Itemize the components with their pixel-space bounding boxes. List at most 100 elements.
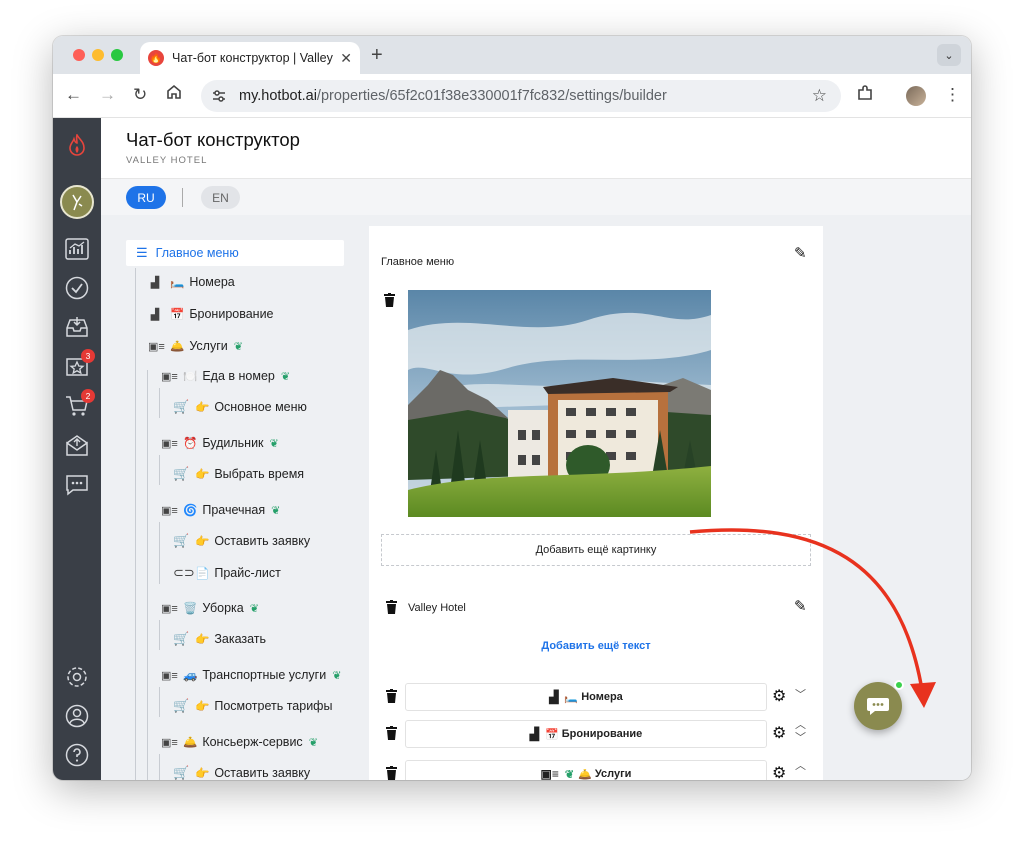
menu-button-row[interactable]: ▟ 🛏️ Номера [405,683,767,711]
tree-node[interactable]: 🛒 👉 Посмотреть тарифы [173,698,332,714]
tree-node[interactable]: ⊂⊃ 📄 Прайс-лист [173,565,281,581]
delete-button-trash-icon[interactable] [386,766,397,780]
delete-text-trash-icon[interactable] [386,600,397,614]
hotbot-logo-icon[interactable] [65,133,89,157]
edit-pencil-icon[interactable]: ✎ [794,244,807,262]
tree-node[interactable]: ▟ 📅 Бронирование [148,307,274,321]
edit-text-pencil-icon[interactable]: ✎ [794,597,807,615]
node-label: Выбрать время [214,467,305,481]
user-profile-icon[interactable] [65,704,89,728]
leaf-icon: ❦ [233,340,243,353]
delete-button-trash-icon[interactable] [386,689,397,703]
text-block[interactable]: Valley Hotel [408,602,466,614]
hotel-photo [408,290,711,517]
favorites-star-icon[interactable]: 3 [65,349,95,378]
profile-avatar[interactable] [906,86,926,106]
tree-node[interactable]: 🛒 👉 Оставить заявку [173,765,310,780]
home-icon[interactable] [166,84,182,105]
submenu-icon: ▣≡ [148,340,165,353]
node-label: Основное меню [214,400,307,414]
add-text-link[interactable]: Добавить ещё текст [369,640,823,652]
button-label: Услуги [594,768,632,780]
tree-node[interactable]: ▣≡ 🚙 Транспортные услуги ❦ [161,668,341,682]
maximize-window-button[interactable] [111,49,123,61]
node-emoji: 👉 [195,402,210,414]
submenu-icon: ▣≡ [161,602,178,615]
back-arrow-icon[interactable]: ← [65,85,82,105]
language-ru-button[interactable]: RU [126,186,166,209]
new-tab-icon[interactable]: + [371,44,383,67]
tree-node[interactable]: 🛒 👉 Заказать [173,631,266,647]
move-up-down-chevron-icon[interactable]: ︿ ﹀ [795,719,806,745]
reload-icon[interactable]: ↻ [133,85,147,105]
menu-button-row[interactable]: ▣≡ ❦ 🛎️ Услуги [405,760,767,780]
delete-button-trash-icon[interactable] [386,726,397,740]
cart-icon[interactable]: 2 [65,389,95,418]
tree-node[interactable]: ▣≡ 🍽️ Еда в номер ❦ [161,369,290,383]
node-emoji: 🚙 [183,670,198,682]
tree-node[interactable]: ▣≡ 🗑️ Уборка ❦ [161,601,259,615]
delete-image-trash-icon[interactable] [384,293,395,307]
node-emoji: 🍽️ [183,371,198,383]
forward-arrow-icon[interactable]: → [99,85,116,105]
minimize-window-button[interactable] [92,49,104,61]
analytics-chart-icon[interactable] [65,237,89,261]
tasks-check-icon[interactable] [65,276,89,300]
cart-icon: 🛒 [173,698,190,713]
tree-root-main-menu[interactable]: ☰ Главное меню [126,240,344,266]
cart-icon: 🛒 [173,765,190,780]
tree-line [159,455,160,485]
tree-root-label: Главное меню [155,246,239,260]
move-up-chevron-icon[interactable]: ︿ [795,760,806,773]
tree-node[interactable]: 🛒 👉 Основное меню [173,399,307,415]
property-avatar[interactable] [60,185,94,219]
leaf-icon: ❦ [271,504,281,517]
cart-icon: 🛒 [173,631,190,646]
help-question-icon[interactable] [65,743,89,767]
button-settings-gear-icon[interactable]: ⚙ [772,686,786,706]
submenu-icon: ▣≡ [161,736,178,749]
bookmark-star-icon[interactable]: ☆ [812,86,827,106]
language-en-button[interactable]: EN [201,186,240,209]
tab-search-chevron-icon[interactable]: ⌄ [937,44,961,66]
extensions-puzzle-icon[interactable] [856,84,874,107]
move-down-chevron-icon[interactable]: ﹀ [795,689,806,702]
browser-menu-icon[interactable]: ⋮ [944,85,961,105]
leaf-icon: ❦ [564,768,575,781]
add-image-button[interactable]: Добавить ещё картинку [381,534,811,566]
mail-send-icon[interactable] [65,433,89,457]
cart-icon: 🛒 [173,533,190,548]
tree-node[interactable]: 🛒 👉 Оставить заявку [173,533,310,549]
node-label: Еда в номер [202,369,275,383]
menu-button-row[interactable]: ▟ 📅 Бронирование [405,720,767,748]
language-switcher: RU EN [101,179,971,215]
settings-gear-icon[interactable] [65,665,89,689]
chat-widget-button[interactable] [854,680,904,730]
tree-node[interactable]: ▣≡ 🛎️ Услуги ❦ [148,339,243,353]
tree-node[interactable]: ▣≡ ⏰ Будильник ❦ [161,436,279,450]
address-bar[interactable]: my.hotbot.ai/properties/65f2c01f38e33000… [201,80,841,112]
node-emoji: 👉 [195,469,210,481]
tree-line [159,687,160,717]
tab-title: Чат-бот конструктор | Valley [172,51,333,65]
submenu-icon: ▣≡ [161,669,178,682]
tree-node[interactable]: ▣≡ 🌀 Прачечная ❦ [161,503,280,517]
close-window-button[interactable] [73,49,85,61]
flame-favicon-icon: 🔥 [148,50,164,66]
chat-messages-icon[interactable] [65,473,89,497]
button-settings-gear-icon[interactable]: ⚙ [772,763,786,780]
close-tab-icon[interactable]: ✕ [340,50,352,67]
browser-tab[interactable]: 🔥 Чат-бот конструктор | Valley ✕ [140,42,360,74]
site-settings-icon[interactable] [209,86,229,106]
tree-node[interactable]: 🛒 👉 Выбрать время [173,466,304,482]
button-settings-gear-icon[interactable]: ⚙ [772,723,786,743]
cart-badge: 2 [81,389,95,403]
navigation-bar: ← → ↻ my.hotbot.ai/properties/65f2c01f38… [53,74,971,118]
tree-node[interactable]: ▟ 🛏️ Номера [148,275,235,289]
url-host: my.hotbot.ai [239,88,317,104]
editor-title: Главное меню [381,256,455,268]
bar-chart-icon: ▟ [150,308,160,321]
inbox-download-icon[interactable] [65,315,89,339]
tree-node[interactable]: ▣≡ 🛎️ Консьерж-сервис ❦ [161,735,318,749]
node-label: Прачечная [202,503,266,517]
